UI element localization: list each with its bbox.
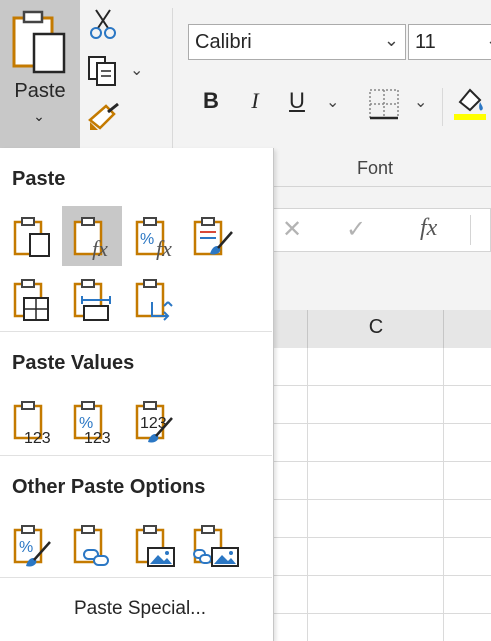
paste-keep-source-formatting-icon: [193, 217, 233, 256]
paste-values-source-formatting-button[interactable]: 123: [128, 394, 180, 446]
italic-button[interactable]: I: [242, 88, 268, 114]
font-size-combobox[interactable]: 11 ⌄: [408, 24, 491, 60]
paste-label: Paste: [14, 80, 66, 102]
formula-bar-divider: [470, 215, 471, 245]
paste-transpose-button[interactable]: [128, 272, 180, 324]
enter-checkmark-icon[interactable]: ✓: [346, 215, 366, 244]
paste-values-button[interactable]: 123: [6, 394, 58, 446]
paste-link-icon: [73, 525, 109, 566]
copy-icon[interactable]: [86, 54, 120, 88]
paste-picture-button[interactable]: [128, 518, 180, 570]
paste-no-borders-button[interactable]: [6, 272, 58, 324]
grid-hline: [273, 385, 491, 386]
svg-text:fx: fx: [156, 236, 172, 260]
font-size-value: 11: [415, 31, 436, 53]
grid-hline: [273, 423, 491, 424]
font-name-value: Calibri: [195, 31, 252, 53]
chevron-down-icon: ⌄: [33, 108, 45, 124]
column-header-c[interactable]: C: [308, 316, 444, 339]
cut-scissors-icon[interactable]: [88, 8, 118, 40]
ribbon-separator: [442, 88, 443, 126]
paste-option-button[interactable]: [6, 210, 58, 262]
cell-grid[interactable]: [273, 348, 491, 641]
paste-clipboard-icon: [12, 10, 66, 74]
paste-keep-column-widths-button[interactable]: [66, 272, 118, 324]
borders-dropdown-chevron-icon[interactable]: ⌄: [414, 92, 427, 112]
svg-text:fx: fx: [92, 236, 108, 260]
paste-no-borders-icon: [13, 279, 49, 321]
ribbon-separator: [172, 8, 173, 148]
paste-button[interactable]: Paste ⌄: [0, 0, 80, 148]
paste-linked-picture-button[interactable]: [186, 518, 239, 570]
menu-separator: [0, 331, 272, 332]
other-paste-options-section-title: Other Paste Options: [12, 476, 206, 498]
paste-formulas-icon: fx: [73, 217, 108, 260]
font-name-combobox[interactable]: Calibri ⌄: [188, 24, 406, 60]
format-painter-icon[interactable]: [86, 102, 122, 134]
grid-hline: [273, 499, 491, 500]
paste-formatting-button[interactable]: %: [6, 518, 58, 570]
grid-hline: [273, 613, 491, 614]
paste-values-section-title: Paste Values: [12, 352, 135, 374]
font-group-label: Font: [356, 158, 394, 178]
fill-color-bucket-icon[interactable]: [452, 84, 488, 122]
cancel-icon[interactable]: ✕: [282, 215, 302, 244]
copy-dropdown-chevron-icon[interactable]: ⌄: [130, 60, 143, 80]
chevron-down-icon[interactable]: ⌄: [384, 30, 399, 51]
paste-values-number-formatting-button[interactable]: % 123: [66, 394, 118, 446]
formula-bar: ✕ ✓ fx: [273, 208, 491, 252]
svg-text:123: 123: [84, 430, 111, 446]
grid-hline: [273, 537, 491, 538]
paste-linked-picture-icon: [193, 525, 239, 567]
paste-transpose-icon: [135, 279, 173, 321]
paste-formulas-button[interactable]: fx: [62, 206, 122, 266]
svg-text:%: %: [19, 539, 33, 556]
paste-link-button[interactable]: [66, 518, 118, 570]
bold-button[interactable]: B: [198, 88, 224, 114]
chevron-down-icon[interactable]: ⌄: [486, 30, 491, 51]
paste-values-source-formatting-icon: 123: [135, 401, 173, 443]
grid-vline: [443, 348, 444, 641]
grid-hline: [273, 461, 491, 462]
menu-separator: [0, 455, 272, 456]
insert-function-icon[interactable]: fx: [420, 215, 437, 242]
paste-values-number-formatting-icon: % 123: [73, 401, 111, 446]
svg-text:123: 123: [24, 430, 51, 446]
menu-separator: [0, 577, 272, 578]
paste-special-menu-item[interactable]: Paste Special...: [74, 598, 206, 620]
svg-text:%: %: [140, 231, 154, 248]
paste-default-icon: [13, 217, 50, 257]
borders-icon[interactable]: [366, 86, 402, 122]
paste-formulas-number-formatting-icon: % fx: [135, 217, 172, 260]
paste-section-title: Paste: [12, 168, 66, 190]
paste-keep-source-formatting-button[interactable]: [186, 210, 238, 262]
underline-dropdown-chevron-icon[interactable]: ⌄: [326, 92, 339, 112]
paste-formatting-icon: %: [13, 525, 51, 567]
underline-button[interactable]: U: [284, 88, 310, 114]
paste-formulas-number-formatting-button[interactable]: % fx: [128, 210, 180, 262]
grid-hline: [273, 575, 491, 576]
grid-vline: [307, 348, 308, 641]
paste-picture-icon: [135, 525, 175, 567]
paste-keep-column-widths-icon: [73, 279, 111, 321]
paste-values-icon: 123: [13, 401, 51, 446]
